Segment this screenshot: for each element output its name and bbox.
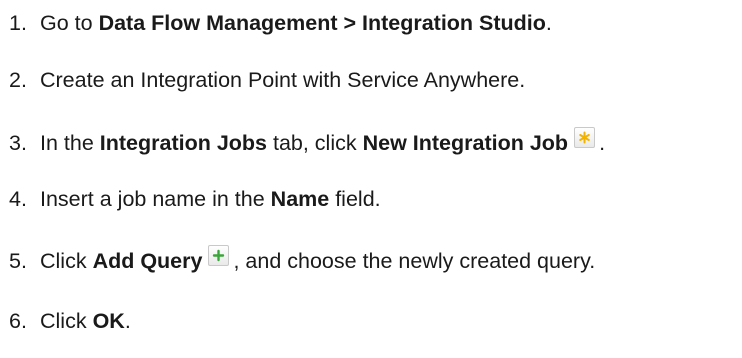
- step-number: 5.: [9, 249, 27, 274]
- button-name: Add Query: [92, 249, 203, 274]
- step-text-part: In the: [40, 131, 100, 156]
- step-text-part: Click: [40, 309, 93, 334]
- step-text-part: tab, click: [267, 131, 363, 156]
- step-text-part: .: [545, 11, 552, 36]
- step-text: Insert a job name in the Name field.: [40, 189, 381, 211]
- step-text-part: field.: [329, 187, 381, 212]
- step-text-part: Click: [40, 249, 93, 274]
- instruction-steps: 1. Go to Data Flow Management > Integrat…: [0, 0, 742, 358]
- menu-path: Data Flow Management > Integration Studi…: [98, 11, 546, 36]
- new-job-star-icon: [574, 126, 596, 148]
- step-text-part: Go to: [40, 11, 99, 36]
- step-text: Click OK.: [40, 311, 131, 333]
- step-text-part: .: [124, 309, 131, 334]
- step-number: 1.: [9, 11, 27, 36]
- step-number: 4.: [9, 187, 27, 212]
- step-text: Create an Integration Point with Service…: [40, 68, 526, 93]
- step-text-part: , and choose the newly created query.: [233, 249, 596, 274]
- add-query-plus-icon: [208, 244, 230, 266]
- step-number: 2.: [9, 68, 27, 93]
- step-text-part: Insert a job name in the: [40, 187, 271, 212]
- step-1: 1. Go to Data Flow Management > Integrat…: [9, 7, 552, 41]
- step-2: 2. Create an Integration Point with Serv…: [9, 64, 525, 98]
- step-number: 3.: [9, 131, 27, 156]
- button-name: OK: [92, 309, 125, 334]
- step-5: 5. Click Add Query , and choose the newl…: [9, 244, 596, 279]
- step-number: 6.: [9, 309, 27, 334]
- step-3: 3. In the Integration Jobs tab, click Ne…: [9, 126, 606, 161]
- step-text-part: .: [599, 131, 606, 156]
- field-name: Name: [270, 187, 330, 212]
- step-4: 4. Insert a job name in the Name field.: [9, 183, 381, 217]
- step-6: 6. Click OK.: [9, 305, 131, 339]
- step-text: In the Integration Jobs tab, click New I…: [40, 133, 568, 155]
- button-name: New Integration Job: [362, 131, 569, 156]
- step-text: Go to Data Flow Management > Integration…: [40, 13, 552, 35]
- tab-name: Integration Jobs: [99, 131, 267, 156]
- step-text: Click Add Query: [40, 251, 202, 273]
